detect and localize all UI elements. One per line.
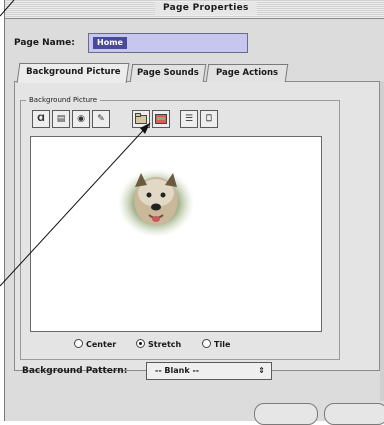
radio-label: Tile xyxy=(214,340,231,349)
dog-photo xyxy=(118,169,194,237)
group-label: Background Picture xyxy=(26,94,101,106)
tab-label: Page Sounds xyxy=(137,68,199,78)
stretch-radio[interactable]: Stretch xyxy=(136,339,181,351)
align-icon: ☰ xyxy=(184,114,194,124)
tab-label: Page Actions xyxy=(215,68,279,78)
tab-label: Background Picture xyxy=(25,67,121,77)
page-name-value: Home xyxy=(93,37,127,49)
radio-label: Stretch xyxy=(148,340,182,349)
tab-page-sounds[interactable]: Page Sounds xyxy=(129,64,207,82)
clipart-button[interactable]: ◉ xyxy=(72,110,90,128)
radio-label: Center xyxy=(86,340,117,349)
radio-icon xyxy=(202,339,211,348)
text-icon: Ɑ xyxy=(37,114,45,124)
radio-selected-icon xyxy=(136,339,145,348)
picture-preview xyxy=(30,136,322,332)
tab-background-picture[interactable]: Background Picture xyxy=(16,63,130,83)
ok-button[interactable] xyxy=(324,403,384,425)
image-icon: ▤ xyxy=(56,114,66,124)
paint-icon: ✎ xyxy=(97,114,105,124)
text-button[interactable]: Ɑ xyxy=(32,110,50,128)
page-name-label: Page Name: xyxy=(14,38,75,48)
remove-image-button[interactable] xyxy=(152,110,170,128)
open-image-icon xyxy=(135,113,147,124)
right-edge xyxy=(380,81,384,401)
background-pattern-label: Background Pattern: xyxy=(22,366,128,376)
page-name-field[interactable]: Home xyxy=(88,33,248,53)
cancel-button[interactable] xyxy=(254,403,318,425)
properties-button[interactable]: ⎕ xyxy=(200,110,218,128)
window-title: Page Properties xyxy=(155,2,257,15)
title-bar[interactable]: Page Properties xyxy=(5,0,384,19)
remove-image-icon xyxy=(155,114,167,124)
clipart-icon: ◉ xyxy=(77,114,85,124)
open-image-button[interactable] xyxy=(132,110,150,128)
align-button[interactable]: ☰ xyxy=(180,110,198,128)
select-value: -- Blank -- xyxy=(155,366,200,375)
center-radio[interactable]: Center xyxy=(74,339,116,351)
background-pattern-select[interactable]: -- Blank -- ⇕ xyxy=(146,362,272,380)
radio-icon xyxy=(74,339,83,348)
paint-button[interactable]: ✎ xyxy=(92,110,110,128)
tab-page-actions[interactable]: Page Actions xyxy=(205,64,289,82)
properties-icon: ⎕ xyxy=(206,114,212,124)
updown-arrows-icon: ⇕ xyxy=(258,366,265,375)
image-button[interactable]: ▤ xyxy=(52,110,70,128)
tile-radio[interactable]: Tile xyxy=(202,339,230,351)
